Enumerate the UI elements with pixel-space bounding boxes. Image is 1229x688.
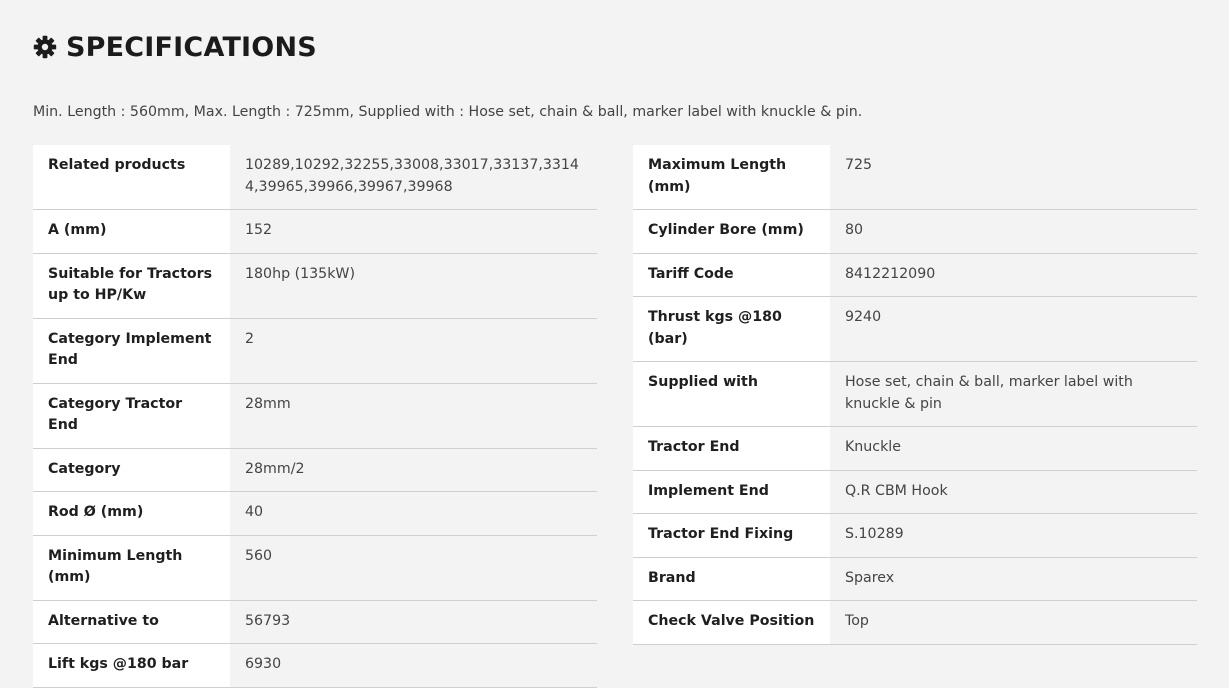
spec-value: 725	[830, 145, 1197, 210]
spec-label: Category Tractor End	[33, 383, 230, 449]
spec-row-thrust-kgs: Thrust kgs @180 (bar) 9240	[633, 296, 1197, 362]
spec-value: 28mm/2	[230, 448, 597, 492]
spec-label: Brand	[633, 557, 830, 601]
spec-row-brand: Brand Sparex	[633, 557, 1197, 601]
spec-table-left: Related products 10289,10292,32255,33008…	[33, 145, 597, 688]
spec-table-left-body: Related products 10289,10292,32255,33008…	[33, 145, 597, 688]
spec-row-supplied-with: Supplied with Hose set, chain & ball, ma…	[633, 361, 1197, 427]
spec-label: Implement End	[633, 470, 830, 514]
spec-value: Top	[830, 600, 1197, 645]
specifications-heading: SPECIFICATIONS	[33, 28, 317, 66]
spec-value: 6930	[230, 643, 597, 688]
spec-row-suitable-for-tractors: Suitable for Tractors up to HP/Kw 180hp …	[33, 253, 597, 319]
spec-row-category-implement-end: Category Implement End 2	[33, 318, 597, 384]
spec-value: 180hp (135kW)	[230, 253, 597, 319]
spec-value: 28mm	[230, 383, 597, 449]
spec-row-rod-diameter: Rod Ø (mm) 40	[33, 491, 597, 536]
spec-value: Sparex	[830, 557, 1197, 601]
spec-label: Rod Ø (mm)	[33, 491, 230, 536]
spec-label: Thrust kgs @180 (bar)	[633, 296, 830, 362]
spec-label: Minimum Length (mm)	[33, 535, 230, 601]
spec-table-right-body: Maximum Length (mm) 725 Cylinder Bore (m…	[633, 145, 1197, 645]
spec-value: 560	[230, 535, 597, 601]
specification-summary: Min. Length : 560mm, Max. Length : 725mm…	[33, 104, 863, 120]
spec-label: Tariff Code	[633, 253, 830, 297]
spec-label: Supplied with	[633, 361, 830, 427]
spec-label: Suitable for Tractors up to HP/Kw	[33, 253, 230, 319]
gear-icon	[33, 35, 57, 59]
spec-value: 2	[230, 318, 597, 384]
spec-value: 56793	[230, 600, 597, 644]
spec-value: 9240	[830, 296, 1197, 362]
spec-label: Tractor End	[633, 426, 830, 471]
spec-value: 8412212090	[830, 253, 1197, 297]
spec-label: Alternative to	[33, 600, 230, 644]
page-title: SPECIFICATIONS	[66, 31, 317, 63]
spec-value: 40	[230, 491, 597, 536]
spec-row-tariff-code: Tariff Code 8412212090	[633, 253, 1197, 297]
spec-label: Category	[33, 448, 230, 492]
spec-row-category: Category 28mm/2	[33, 448, 597, 492]
spec-label: Cylinder Bore (mm)	[633, 209, 830, 254]
spec-row-check-valve-position: Check Valve Position Top	[633, 600, 1197, 645]
spec-row-lift-kgs: Lift kgs @180 bar 6930	[33, 643, 597, 688]
spec-row-tractor-end-fixing: Tractor End Fixing S.10289	[633, 513, 1197, 558]
spec-row-alternative-to: Alternative to 56793	[33, 600, 597, 644]
spec-value: S.10289	[830, 513, 1197, 558]
spec-row-category-tractor-end: Category Tractor End 28mm	[33, 383, 597, 449]
spec-label: A (mm)	[33, 209, 230, 254]
spec-row-tractor-end: Tractor End Knuckle	[633, 426, 1197, 471]
spec-value: 80	[830, 209, 1197, 254]
spec-label: Lift kgs @180 bar	[33, 643, 230, 688]
spec-label: Tractor End Fixing	[633, 513, 830, 558]
spec-table-right: Maximum Length (mm) 725 Cylinder Bore (m…	[633, 145, 1197, 645]
spec-value: Hose set, chain & ball, marker label wit…	[830, 361, 1197, 427]
spec-row-minimum-length: Minimum Length (mm) 560	[33, 535, 597, 601]
spec-row-maximum-length: Maximum Length (mm) 725	[633, 145, 1197, 210]
spec-row-a-mm: A (mm) 152	[33, 209, 597, 254]
spec-value: 10289,10292,32255,33008,33017,33137,3314…	[230, 145, 597, 210]
spec-label: Category Implement End	[33, 318, 230, 384]
spec-value: Knuckle	[830, 426, 1197, 471]
spec-value: Q.R CBM Hook	[830, 470, 1197, 514]
spec-label: Check Valve Position	[633, 600, 830, 645]
spec-value: 152	[230, 209, 597, 254]
spec-label: Maximum Length (mm)	[633, 145, 830, 210]
spec-row-implement-end: Implement End Q.R CBM Hook	[633, 470, 1197, 514]
spec-row-related-products: Related products 10289,10292,32255,33008…	[33, 145, 597, 210]
spec-row-cylinder-bore: Cylinder Bore (mm) 80	[633, 209, 1197, 254]
spec-label: Related products	[33, 145, 230, 210]
